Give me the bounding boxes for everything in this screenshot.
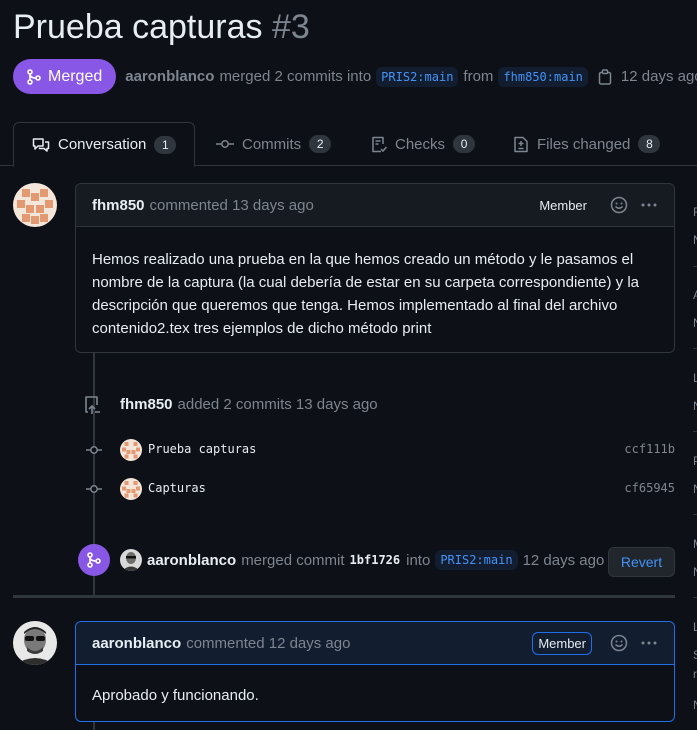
avatar[interactable] bbox=[13, 183, 57, 227]
tab-files-changed-label: Files changed bbox=[537, 135, 631, 153]
avatar[interactable] bbox=[120, 439, 142, 461]
avatar[interactable] bbox=[120, 478, 142, 500]
comment-action: commented 12 days ago bbox=[186, 634, 351, 652]
from-text: from bbox=[463, 68, 494, 85]
smiley-icon[interactable] bbox=[610, 196, 628, 214]
member-badge: Member bbox=[532, 631, 592, 655]
commit-row: Capturas cf65945 bbox=[0, 477, 697, 501]
merge-description: merged 2 commits into bbox=[219, 68, 372, 85]
tab-files-changed[interactable]: Files changed 8 bbox=[513, 122, 661, 166]
commits-event: fhm850 added 2 commits 13 days ago bbox=[120, 396, 378, 413]
commit-message[interactable]: Prueba capturas bbox=[148, 442, 256, 456]
commits-event-author[interactable]: fhm850 bbox=[120, 396, 173, 413]
pr-meta: Merged aaronblanco merged 2 commits into… bbox=[13, 59, 697, 94]
commit-message[interactable]: Capturas bbox=[148, 481, 206, 495]
git-commit-icon bbox=[216, 140, 234, 148]
sidebar-value: N bbox=[693, 399, 697, 413]
tab-commits-count: 2 bbox=[309, 135, 332, 153]
sidebar-value: N bbox=[693, 565, 697, 579]
sidebar-value: N bbox=[693, 316, 697, 330]
timeline-line bbox=[93, 722, 95, 730]
sidebar-divider bbox=[693, 597, 697, 598]
comment-author[interactable]: aaronblanco bbox=[92, 635, 181, 652]
git-commit-icon bbox=[86, 446, 102, 454]
tab-commits[interactable]: Commits 2 bbox=[216, 122, 332, 166]
checklist-icon bbox=[372, 136, 387, 152]
merge-event: aaronblanco merged commit 1bf1726 into P… bbox=[147, 550, 604, 570]
tab-commits-label: Commits bbox=[242, 135, 302, 153]
comment-action: commented 13 days ago bbox=[149, 196, 314, 214]
merge-event-author[interactable]: aaronblanco bbox=[147, 552, 236, 569]
comment: fhm850 commented 13 days ago Member Hemo… bbox=[75, 183, 675, 353]
sidebar-value: N bbox=[693, 482, 697, 496]
file-diff-icon bbox=[514, 136, 528, 152]
merged-time: 12 days ago bbox=[620, 68, 697, 85]
revert-button[interactable]: Revert bbox=[608, 547, 675, 577]
commit-row: Prueba capturas ccf111b bbox=[0, 438, 697, 462]
tab-checks-count: 0 bbox=[453, 135, 476, 153]
avatar[interactable] bbox=[13, 621, 57, 665]
merge-event-action: merged commit bbox=[241, 551, 345, 569]
tab-files-changed-count: 8 bbox=[638, 135, 661, 153]
sidebar-heading: P bbox=[693, 454, 697, 468]
commit-sha[interactable]: cf65945 bbox=[624, 481, 675, 495]
sidebar-heading: M bbox=[693, 537, 697, 551]
sidebar-divider bbox=[693, 348, 697, 349]
commit-sha[interactable]: ccf111b bbox=[624, 442, 675, 456]
pr-title-text: Prueba capturas bbox=[13, 8, 263, 46]
comment-header: fhm850 commented 13 days ago Member bbox=[76, 184, 674, 227]
smiley-icon[interactable] bbox=[610, 634, 628, 652]
merge-target-branch[interactable]: PRIS2:main bbox=[435, 550, 518, 570]
sidebar-value: N bbox=[693, 233, 697, 247]
member-badge: Member bbox=[539, 197, 587, 213]
sidebar-heading: R bbox=[693, 205, 697, 219]
pr-title: Prueba capturas #3 bbox=[13, 8, 310, 47]
tab-checks-label: Checks bbox=[395, 135, 446, 153]
git-merge-icon bbox=[27, 68, 41, 85]
sidebar-divider bbox=[693, 514, 697, 515]
tab-conversation-label: Conversation bbox=[58, 136, 147, 153]
comment-header: aaronblanco commented 12 days ago Member bbox=[76, 622, 674, 665]
pr-tabs: Conversation 1 Commits 2 Checks 0 Files … bbox=[0, 122, 697, 167]
sidebar-value: N bbox=[693, 698, 697, 712]
kebab-horizontal-icon[interactable] bbox=[640, 196, 658, 214]
merge-event-time: 12 days ago bbox=[522, 551, 605, 569]
git-merge-icon bbox=[78, 544, 110, 576]
sidebar-divider bbox=[693, 431, 697, 432]
sidebar-value: S bbox=[693, 648, 697, 662]
merger-username[interactable]: aaronblanco bbox=[125, 68, 214, 85]
tab-checks[interactable]: Checks 0 bbox=[371, 122, 476, 166]
commits-event-action: added 2 commits 13 days ago bbox=[177, 396, 378, 413]
comment-body: Aprobado y funcionando. bbox=[92, 687, 259, 704]
comment-body: Hemos realizado una prueba en la que hem… bbox=[92, 251, 639, 337]
comment-discussion-icon bbox=[32, 137, 50, 152]
git-commit-icon bbox=[86, 485, 102, 493]
pr-number: #3 bbox=[271, 8, 310, 46]
sidebar-heading: L bbox=[693, 620, 697, 634]
merge-commit-sha[interactable]: 1bf1726 bbox=[350, 553, 401, 567]
sidebar-heading: A bbox=[693, 288, 697, 302]
merged-status-label: Merged bbox=[48, 67, 103, 85]
sidebar-value: r bbox=[693, 667, 697, 681]
avatar[interactable] bbox=[120, 549, 142, 571]
timeline-separator bbox=[13, 595, 675, 598]
tab-conversation[interactable]: Conversation 1 bbox=[13, 122, 196, 167]
tab-conversation-count: 1 bbox=[154, 135, 177, 154]
merged-status-badge: Merged bbox=[13, 59, 117, 94]
repo-push-icon bbox=[84, 395, 102, 420]
comment: aaronblanco commented 12 days ago Member… bbox=[75, 621, 675, 722]
merge-into-text: into bbox=[406, 551, 431, 569]
sidebar-divider bbox=[693, 266, 697, 267]
base-branch[interactable]: PRIS2:main bbox=[376, 66, 459, 87]
head-branch[interactable]: fhm850:main bbox=[498, 66, 588, 87]
comment-author[interactable]: fhm850 bbox=[92, 197, 145, 214]
copy-icon[interactable] bbox=[598, 68, 612, 85]
kebab-horizontal-icon[interactable] bbox=[640, 634, 658, 652]
sidebar-heading: L bbox=[693, 371, 697, 385]
